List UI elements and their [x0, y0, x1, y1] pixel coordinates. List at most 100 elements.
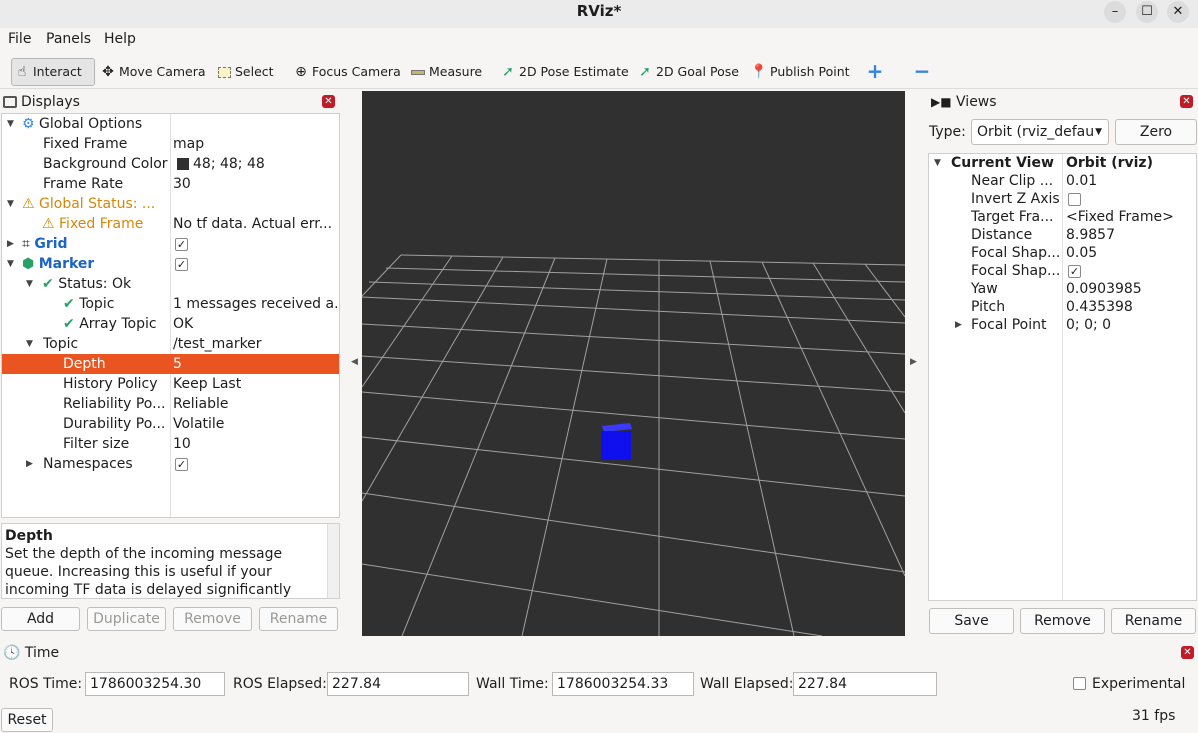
tree-row[interactable]: Frame Rate 30 [2, 174, 339, 194]
row-value[interactable]: 48; 48; 48 [173, 154, 339, 174]
save-view-button[interactable]: Save [929, 608, 1014, 634]
chevron-down-icon[interactable]: ▼ [7, 194, 19, 214]
tree-row[interactable]: ⚠ Fixed Frame No tf data. Actual err... [2, 214, 339, 234]
tree-row[interactable]: ✔ Array Topic OK [2, 314, 339, 334]
chevron-right-icon[interactable]: ▶ [955, 316, 967, 334]
row-label: Status: Ok [58, 276, 132, 292]
add-tool-icon[interactable]: + [866, 60, 884, 82]
menu-panels[interactable]: Panels [46, 31, 91, 47]
row-value[interactable]: map [173, 134, 339, 154]
tree-row[interactable]: ▶ Focal Point 0; 0; 0 [929, 316, 1196, 334]
row-value[interactable]: 8.9857 [1066, 226, 1196, 244]
grid-enabled-checkbox[interactable]: ✓ [173, 234, 339, 254]
wall-time-field[interactable]: 1786003254.33 [552, 672, 694, 696]
remove-view-button[interactable]: Remove [1020, 608, 1105, 634]
tree-row[interactable]: ✔ Topic 1 messages received a... [2, 294, 339, 314]
render-viewport[interactable] [362, 91, 905, 636]
chevron-down-icon[interactable]: ▼ [7, 254, 19, 274]
rename-view-button[interactable]: Rename [1111, 608, 1196, 634]
rename-display-button[interactable]: Rename [259, 607, 338, 631]
remove-display-button[interactable]: Remove [173, 607, 252, 631]
view-type-select[interactable]: Orbit (rviz_defau ▼ [971, 119, 1109, 145]
collapse-left-icon[interactable]: ◀ [351, 357, 358, 367]
tree-row[interactable]: ▼ ⚠ Global Status: ... [2, 194, 339, 214]
clock-icon: 🕓 [3, 645, 21, 661]
row-value[interactable]: 0.0903985 [1066, 280, 1196, 298]
tree-row[interactable]: Invert Z Axis [929, 190, 1196, 208]
tree-row[interactable]: Pitch 0.435398 [929, 298, 1196, 316]
focal-shape-checkbox[interactable]: ✓ [1066, 262, 1196, 280]
marker-enabled-checkbox[interactable]: ✓ [173, 254, 339, 274]
row-value[interactable]: 10 [173, 434, 339, 454]
tool-move-camera[interactable]: ✥ Move Camera [99, 60, 205, 84]
tool-focus-camera[interactable]: ⊕ Focus Camera [292, 60, 401, 84]
add-display-button[interactable]: Add [1, 607, 80, 631]
wall-elapsed-field[interactable]: 227.84 [793, 672, 937, 696]
menu-help[interactable]: Help [104, 31, 136, 47]
chevron-down-icon[interactable]: ▼ [7, 114, 19, 134]
views-tree[interactable]: ▼ Current View Orbit (rviz) Near Clip ... 0… [928, 153, 1197, 601]
chevron-down-icon[interactable]: ▼ [934, 154, 946, 172]
remove-tool-icon[interactable]: − [913, 60, 931, 82]
chevron-right-icon[interactable]: ▶ [26, 454, 38, 474]
tree-row-selected[interactable]: Depth 5 [2, 354, 339, 374]
maximize-button[interactable]: ☐ [1136, 1, 1158, 23]
row-value[interactable]: 0; 0; 0 [1066, 316, 1196, 334]
chevron-down-icon[interactable]: ▼ [26, 274, 38, 294]
row-value[interactable]: 0.01 [1066, 172, 1196, 190]
tree-row[interactable]: ▼ ⚙ Global Options [2, 114, 339, 134]
experimental-checkbox[interactable] [1073, 677, 1086, 690]
tree-row[interactable]: ▶ ⌗ Grid ✓ [2, 234, 339, 254]
reset-button[interactable]: Reset [1, 708, 53, 732]
close-time-button[interactable]: ✕ [1181, 646, 1194, 659]
row-value[interactable]: Reliable [173, 394, 339, 414]
tree-row[interactable]: ▼ ⬢ Marker ✓ [2, 254, 339, 274]
row-value[interactable]: 5 [173, 354, 339, 374]
tree-row[interactable]: Focal Shap... 0.05 [929, 244, 1196, 262]
duplicate-display-button[interactable]: Duplicate [87, 607, 166, 631]
namespaces-checkbox[interactable]: ✓ [173, 454, 339, 474]
tree-row[interactable]: ▼ ✔ Status: Ok [2, 274, 339, 294]
row-value[interactable]: <Fixed Frame> [1066, 208, 1196, 226]
description-scrollbar[interactable] [327, 524, 339, 598]
row-value[interactable]: 0.05 [1066, 244, 1196, 262]
ros-elapsed-field[interactable]: 227.84 [327, 672, 469, 696]
tree-row[interactable]: ▶ Namespaces ✓ [2, 454, 339, 474]
minimize-button[interactable]: – [1104, 1, 1126, 23]
tool-interact-label-wrap[interactable]: ☝ Interact [13, 60, 82, 84]
tree-row[interactable]: Filter size 10 [2, 434, 339, 454]
tree-row[interactable]: History Policy Keep Last [2, 374, 339, 394]
menu-file[interactable]: File [8, 31, 31, 47]
chevron-down-icon[interactable]: ▼ [26, 334, 38, 354]
collapse-right-icon[interactable]: ▶ [910, 357, 917, 367]
tree-row[interactable]: Target Fra... <Fixed Frame> [929, 208, 1196, 226]
row-value[interactable]: Keep Last [173, 374, 339, 394]
tree-row[interactable]: Near Clip ... 0.01 [929, 172, 1196, 190]
tool-2d-goal-pose[interactable]: ➚ 2D Goal Pose [636, 60, 739, 84]
close-window-button[interactable]: ✕ [1167, 1, 1189, 23]
chevron-right-icon[interactable]: ▶ [7, 234, 19, 254]
tree-row[interactable]: Reliability Po... Reliable [2, 394, 339, 414]
tree-row[interactable]: Focal Shap... ✓ [929, 262, 1196, 280]
tree-row[interactable]: Yaw 0.0903985 [929, 280, 1196, 298]
tree-row[interactable]: ▼ Current View Orbit (rviz) [929, 154, 1196, 172]
row-value[interactable]: /test_marker [173, 334, 339, 354]
close-views-button[interactable]: ✕ [1180, 95, 1193, 108]
tool-measure[interactable]: Measure [409, 60, 482, 84]
close-displays-button[interactable]: ✕ [322, 95, 335, 108]
row-value[interactable]: 0.435398 [1066, 298, 1196, 316]
displays-tree[interactable]: ▼ ⚙ Global Options Fixed Frame map Backgro… [1, 113, 340, 518]
row-value[interactable]: 30 [173, 174, 339, 194]
tree-row[interactable]: Distance 8.9857 [929, 226, 1196, 244]
row-value[interactable]: Volatile [173, 414, 339, 434]
tool-publish-point[interactable]: 📍 Publish Point [750, 60, 849, 84]
zero-button[interactable]: Zero [1115, 119, 1197, 145]
invert-z-checkbox[interactable] [1066, 190, 1196, 208]
tree-row[interactable]: Durability Po... Volatile [2, 414, 339, 434]
tree-row[interactable]: Background Color 48; 48; 48 [2, 154, 339, 174]
ros-time-field[interactable]: 1786003254.30 [85, 672, 225, 696]
tree-row[interactable]: Fixed Frame map [2, 134, 339, 154]
tree-row[interactable]: ▼ Topic/test_marker [2, 334, 339, 354]
tool-2d-pose-estimate[interactable]: ➚ 2D Pose Estimate [499, 60, 629, 84]
tool-select[interactable]: Select [215, 60, 274, 84]
